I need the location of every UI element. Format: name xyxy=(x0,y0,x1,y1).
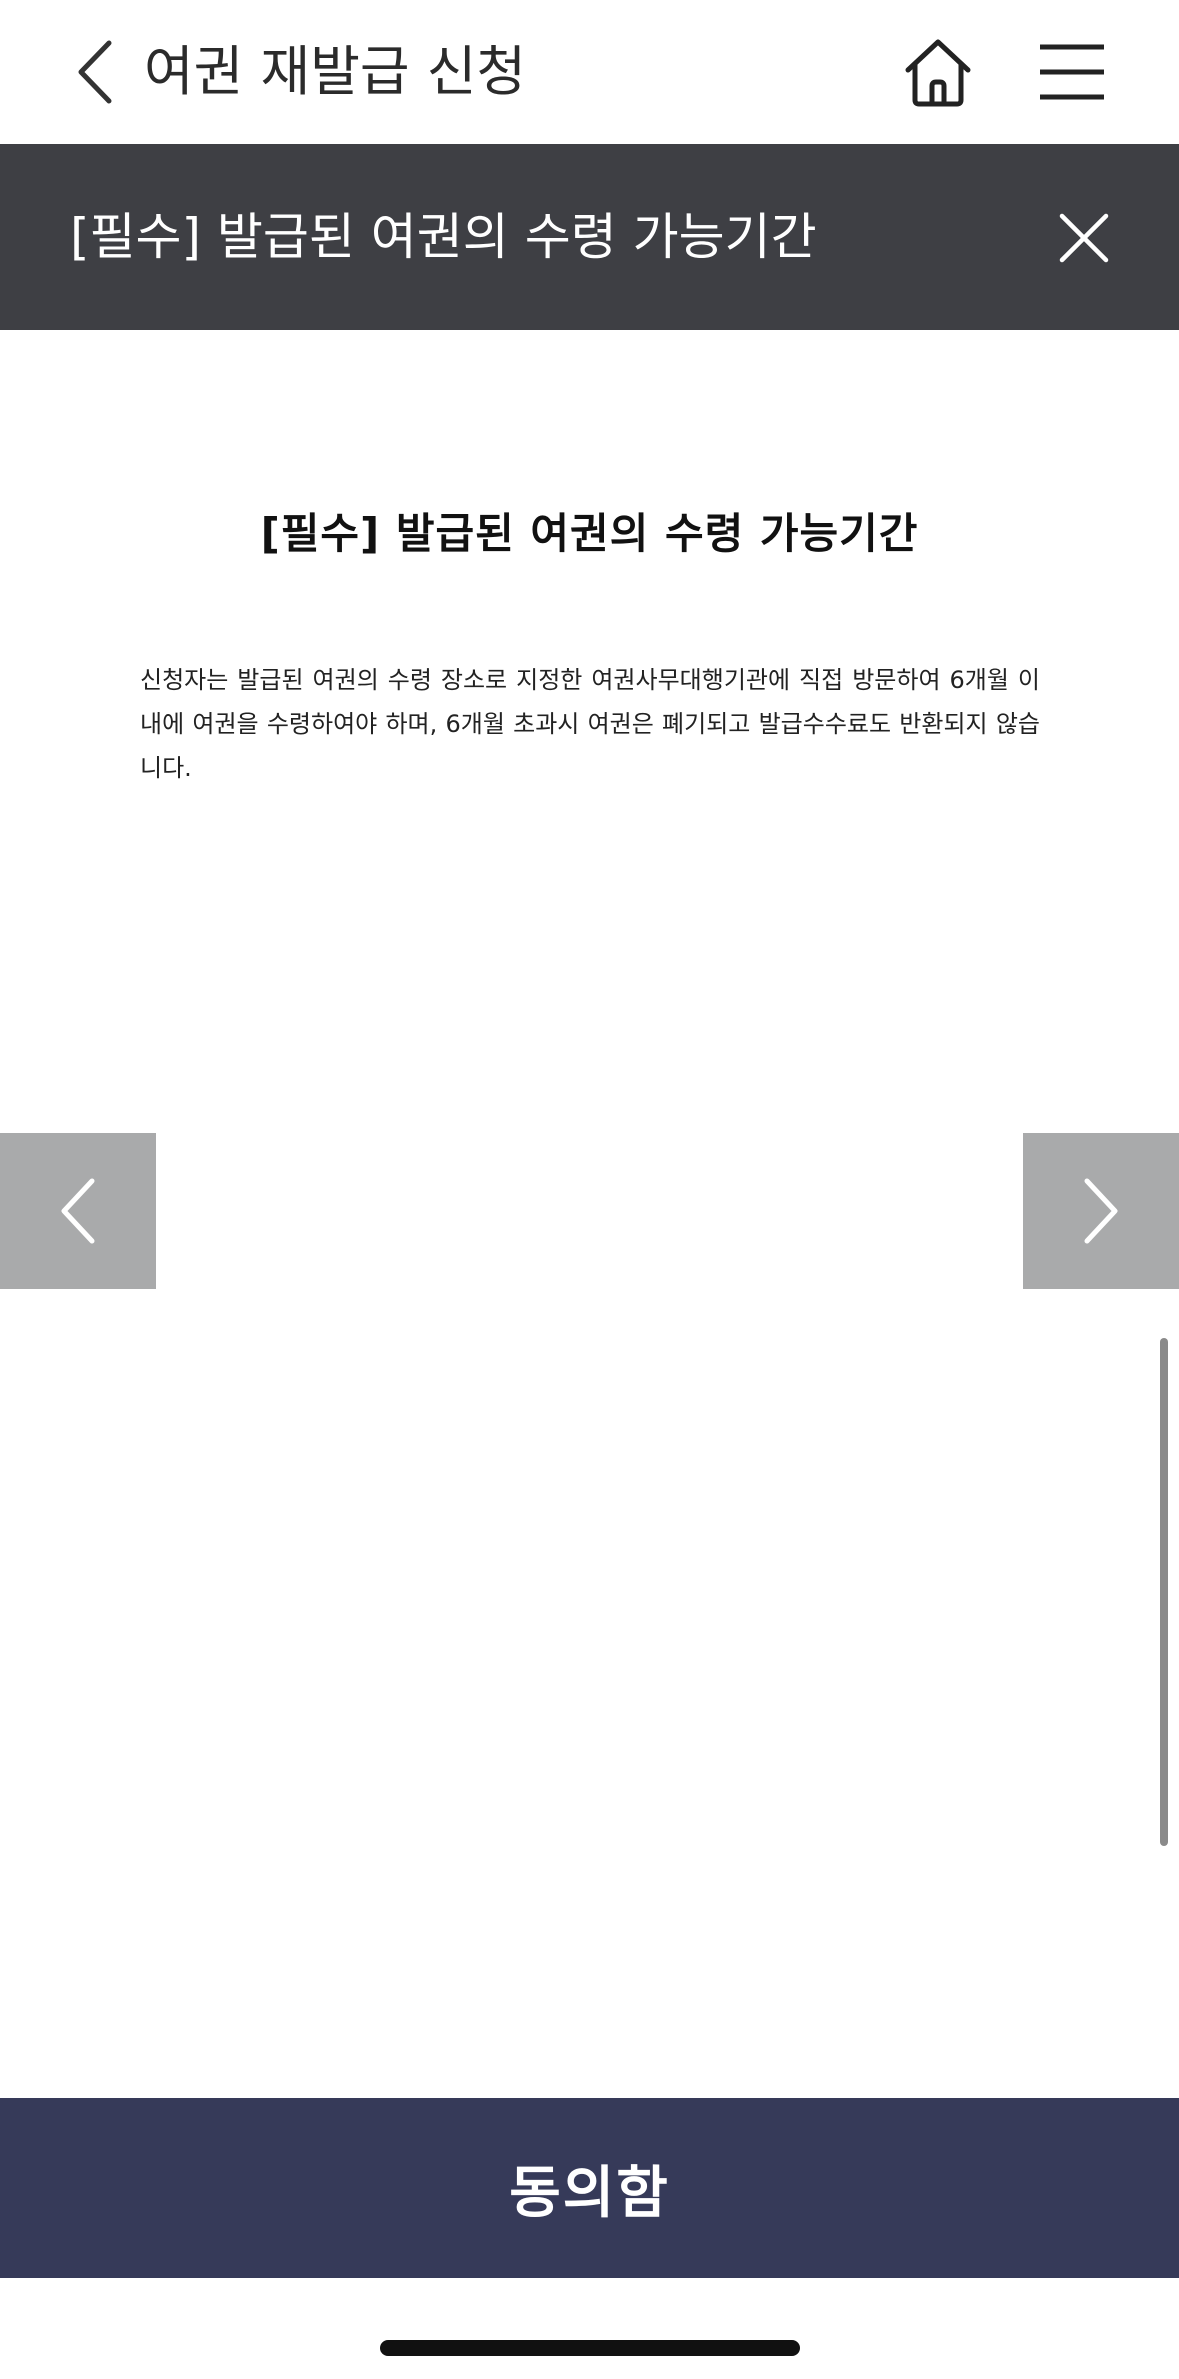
terms-content: [필수] 발급된 여권의 수령 가능기간 신청자는 발급된 여권의 수령 장소로… xyxy=(0,330,1179,2098)
modal-title-bar: [필수] 발급된 여권의 수령 가능기간 xyxy=(0,144,1179,330)
next-page-button[interactable] xyxy=(1023,1133,1179,1289)
terms-heading: [필수] 발급된 여권의 수령 가능기간 xyxy=(260,509,919,558)
home-icon xyxy=(905,39,971,107)
page-title: 여권 재발급 신청 xyxy=(144,40,527,103)
terms-body: 신청자는 발급된 여권의 수령 장소로 지정한 여권사무대행기관에 직접 방문하… xyxy=(140,666,1040,782)
chevron-left-icon xyxy=(61,1178,95,1244)
scrollbar[interactable] xyxy=(1160,1338,1168,1846)
close-icon xyxy=(1059,213,1109,263)
chevron-left-icon xyxy=(78,40,112,104)
home-indicator xyxy=(380,2340,800,2356)
close-button[interactable] xyxy=(1050,204,1118,272)
hamburger-menu-icon xyxy=(1040,44,1104,100)
chevron-right-icon xyxy=(1084,1178,1118,1244)
home-button[interactable] xyxy=(896,30,980,114)
menu-button[interactable] xyxy=(1030,30,1114,114)
previous-page-button[interactable] xyxy=(0,1133,156,1289)
app-header: 여권 재발급 신청 xyxy=(0,0,1179,144)
back-button[interactable] xyxy=(60,32,130,112)
modal-title: [필수] 발급된 여권의 수령 가능기간 xyxy=(70,208,817,266)
agree-button[interactable]: 동의함 xyxy=(0,2098,1179,2278)
